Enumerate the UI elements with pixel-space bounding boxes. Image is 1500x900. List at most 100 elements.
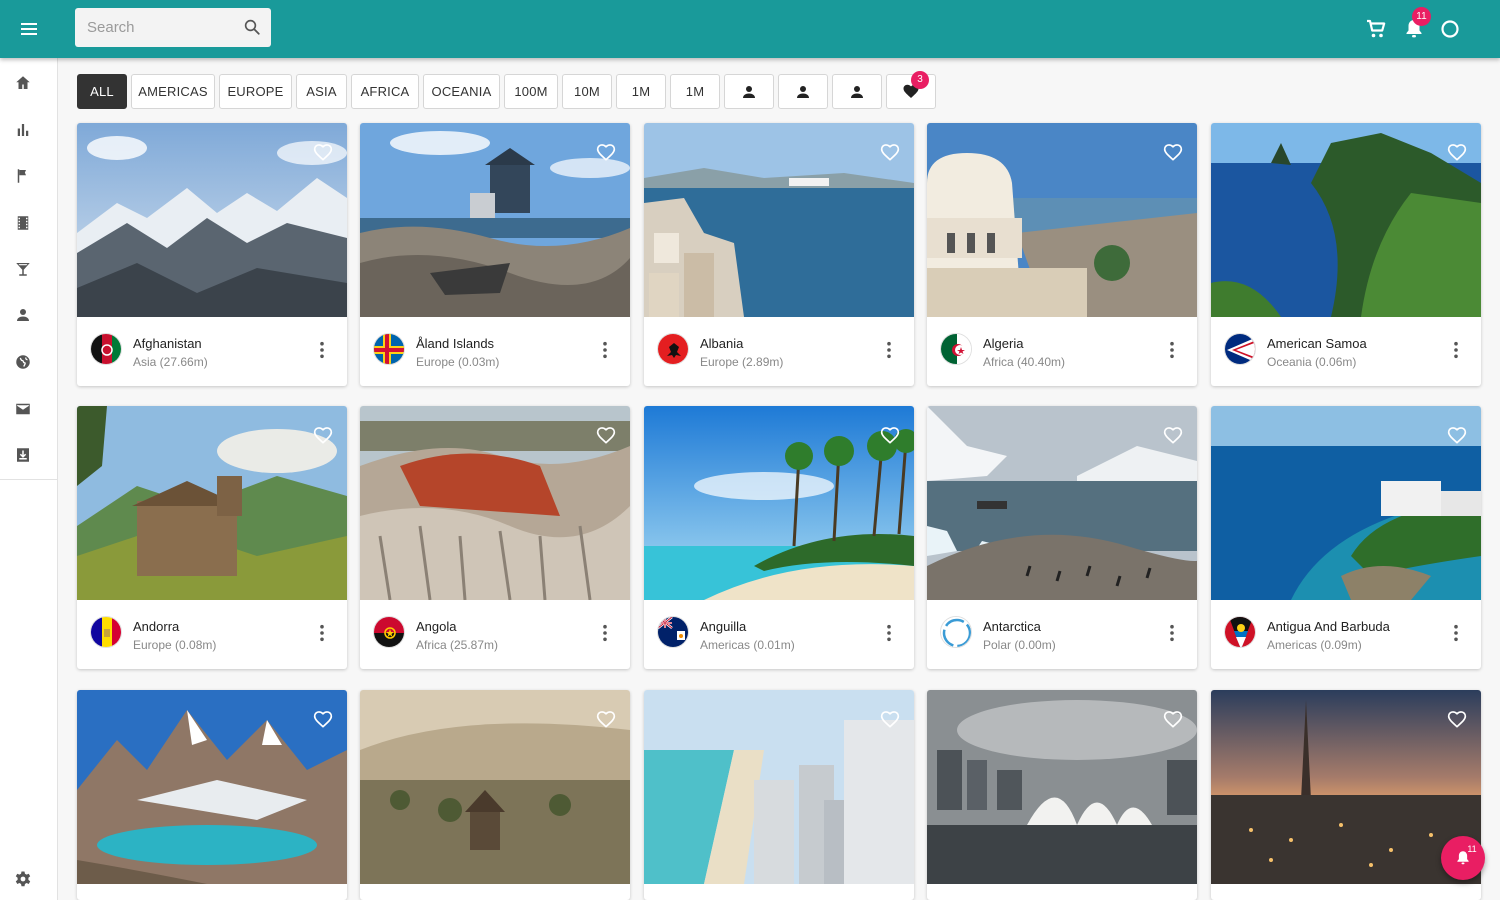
country-card[interactable]: Afghanistan Asia (27.66m) — [77, 123, 347, 386]
more-vert-icon — [1169, 624, 1175, 642]
country-card[interactable]: Albania Europe (2.89m) — [644, 123, 914, 386]
country-photo — [927, 690, 1197, 884]
country-region-population: Africa (40.40m) — [983, 355, 1066, 369]
bar-chart-icon — [17, 124, 29, 136]
sidebar-item-countries[interactable] — [13, 352, 33, 372]
favorite-heart-icon[interactable] — [1163, 143, 1183, 163]
card-info: Albania Europe (2.89m) — [644, 317, 914, 386]
sidebar-item-settings[interactable] — [13, 869, 33, 889]
more-vert-icon — [886, 624, 892, 642]
country-card[interactable]: Antigua And Barbuda Americas (0.09m) — [1211, 406, 1481, 669]
country-card[interactable] — [1211, 690, 1481, 900]
sidebar-item-flags[interactable] — [13, 166, 33, 186]
filter-asia[interactable]: ASIA — [296, 74, 347, 109]
film-icon — [17, 216, 29, 230]
account-circle-icon[interactable] — [1438, 17, 1462, 41]
country-region-population: Americas (0.09m) — [1267, 638, 1362, 652]
card-info: Andorra Europe (0.08m) — [77, 600, 347, 669]
country-card[interactable]: Angola Africa (25.87m) — [360, 406, 630, 669]
notifications-fab[interactable]: 11 — [1441, 836, 1485, 880]
more-options-button[interactable] — [315, 339, 329, 361]
filter-europe[interactable]: EUROPE — [219, 74, 292, 109]
favorite-heart-icon[interactable] — [596, 710, 616, 730]
shopping-cart-icon[interactable] — [1364, 17, 1388, 41]
mail-icon — [16, 403, 30, 415]
more-options-button[interactable] — [882, 622, 896, 644]
favorite-heart-icon[interactable] — [596, 143, 616, 163]
filter-africa[interactable]: AFRICA — [351, 74, 419, 109]
more-options-button[interactable] — [598, 339, 612, 361]
filter-oceania[interactable]: OCEANIA — [423, 74, 500, 109]
fab-badge: 11 — [1465, 842, 1479, 856]
favorite-heart-icon[interactable] — [880, 143, 900, 163]
sidebar-item-profile[interactable] — [13, 305, 33, 325]
country-card[interactable]: Algeria Africa (40.40m) — [927, 123, 1197, 386]
country-card[interactable]: Antarctica Polar (0.00m) — [927, 406, 1197, 669]
country-photo — [1211, 406, 1481, 600]
favorite-heart-icon[interactable] — [880, 426, 900, 446]
flag-icon — [17, 169, 26, 183]
country-photo — [360, 123, 630, 317]
card-info: Antigua And Barbuda Americas (0.09m) — [1211, 600, 1481, 669]
search-input[interactable] — [75, 8, 235, 47]
filter-1m-second[interactable]: 1M — [670, 74, 720, 109]
favorite-heart-icon[interactable] — [313, 426, 333, 446]
favorite-heart-icon[interactable] — [313, 143, 333, 163]
country-card[interactable] — [644, 690, 914, 900]
country-card[interactable]: Åland Islands Europe (0.03m) — [360, 123, 630, 386]
search-icon[interactable] — [243, 18, 261, 36]
more-options-button[interactable] — [1449, 339, 1463, 361]
sidebar-item-movies[interactable] — [13, 213, 33, 233]
country-name: Algeria — [983, 336, 1024, 351]
sidebar-item-mail[interactable] — [13, 399, 33, 419]
filter-americas[interactable]: AMERICAS — [131, 74, 215, 109]
more-options-button[interactable] — [1165, 622, 1179, 644]
more-options-button[interactable] — [598, 622, 612, 644]
more-vert-icon — [1453, 624, 1459, 642]
favorite-heart-icon[interactable] — [596, 426, 616, 446]
country-flag — [1224, 333, 1256, 365]
menu-button[interactable] — [14, 14, 44, 44]
home-icon — [16, 76, 30, 89]
favorite-heart-icon[interactable] — [1447, 143, 1467, 163]
favorite-heart-icon[interactable] — [1447, 426, 1467, 446]
filter-100m[interactable]: 100M — [504, 74, 558, 109]
filter-10m[interactable]: 10M — [562, 74, 612, 109]
sidebar-item-home[interactable] — [13, 73, 33, 93]
search-box — [75, 8, 271, 47]
favorite-heart-icon[interactable] — [880, 710, 900, 730]
country-card[interactable]: Andorra Europe (0.08m) — [77, 406, 347, 669]
filter-all[interactable]: ALL — [77, 74, 127, 109]
sidebar — [0, 58, 58, 900]
country-card[interactable]: American Samoa Oceania (0.06m) — [1211, 123, 1481, 386]
favorite-heart-icon[interactable] — [313, 710, 333, 730]
more-options-button[interactable] — [1449, 622, 1463, 644]
filter-person-3[interactable] — [832, 74, 882, 109]
sidebar-item-drinks[interactable] — [13, 259, 33, 279]
country-card[interactable] — [77, 690, 347, 900]
country-photo — [644, 690, 914, 884]
filter-person-1[interactable] — [724, 74, 774, 109]
card-info: Åland Islands Europe (0.03m) — [360, 317, 630, 386]
favorite-heart-icon[interactable] — [1163, 426, 1183, 446]
more-options-button[interactable] — [882, 339, 896, 361]
sidebar-item-downloads[interactable] — [13, 445, 33, 465]
country-card[interactable] — [360, 690, 630, 900]
favorite-heart-icon[interactable] — [1163, 710, 1183, 730]
more-options-button[interactable] — [1165, 339, 1179, 361]
country-region-population: Europe (2.89m) — [700, 355, 784, 369]
country-photo — [644, 123, 914, 317]
country-region-population: Polar (0.00m) — [983, 638, 1056, 652]
filter-1m[interactable]: 1M — [616, 74, 666, 109]
country-flag — [657, 616, 689, 648]
sidebar-item-stats[interactable] — [13, 120, 33, 140]
country-name: Antarctica — [983, 619, 1041, 634]
favorite-heart-icon[interactable] — [1447, 710, 1467, 730]
country-card[interactable]: Anguilla Americas (0.01m) — [644, 406, 914, 669]
country-card[interactable] — [927, 690, 1197, 900]
more-vert-icon — [602, 624, 608, 642]
more-options-button[interactable] — [315, 622, 329, 644]
country-photo — [927, 406, 1197, 600]
filter-person-2[interactable] — [778, 74, 828, 109]
country-name: Afghanistan — [133, 336, 202, 351]
